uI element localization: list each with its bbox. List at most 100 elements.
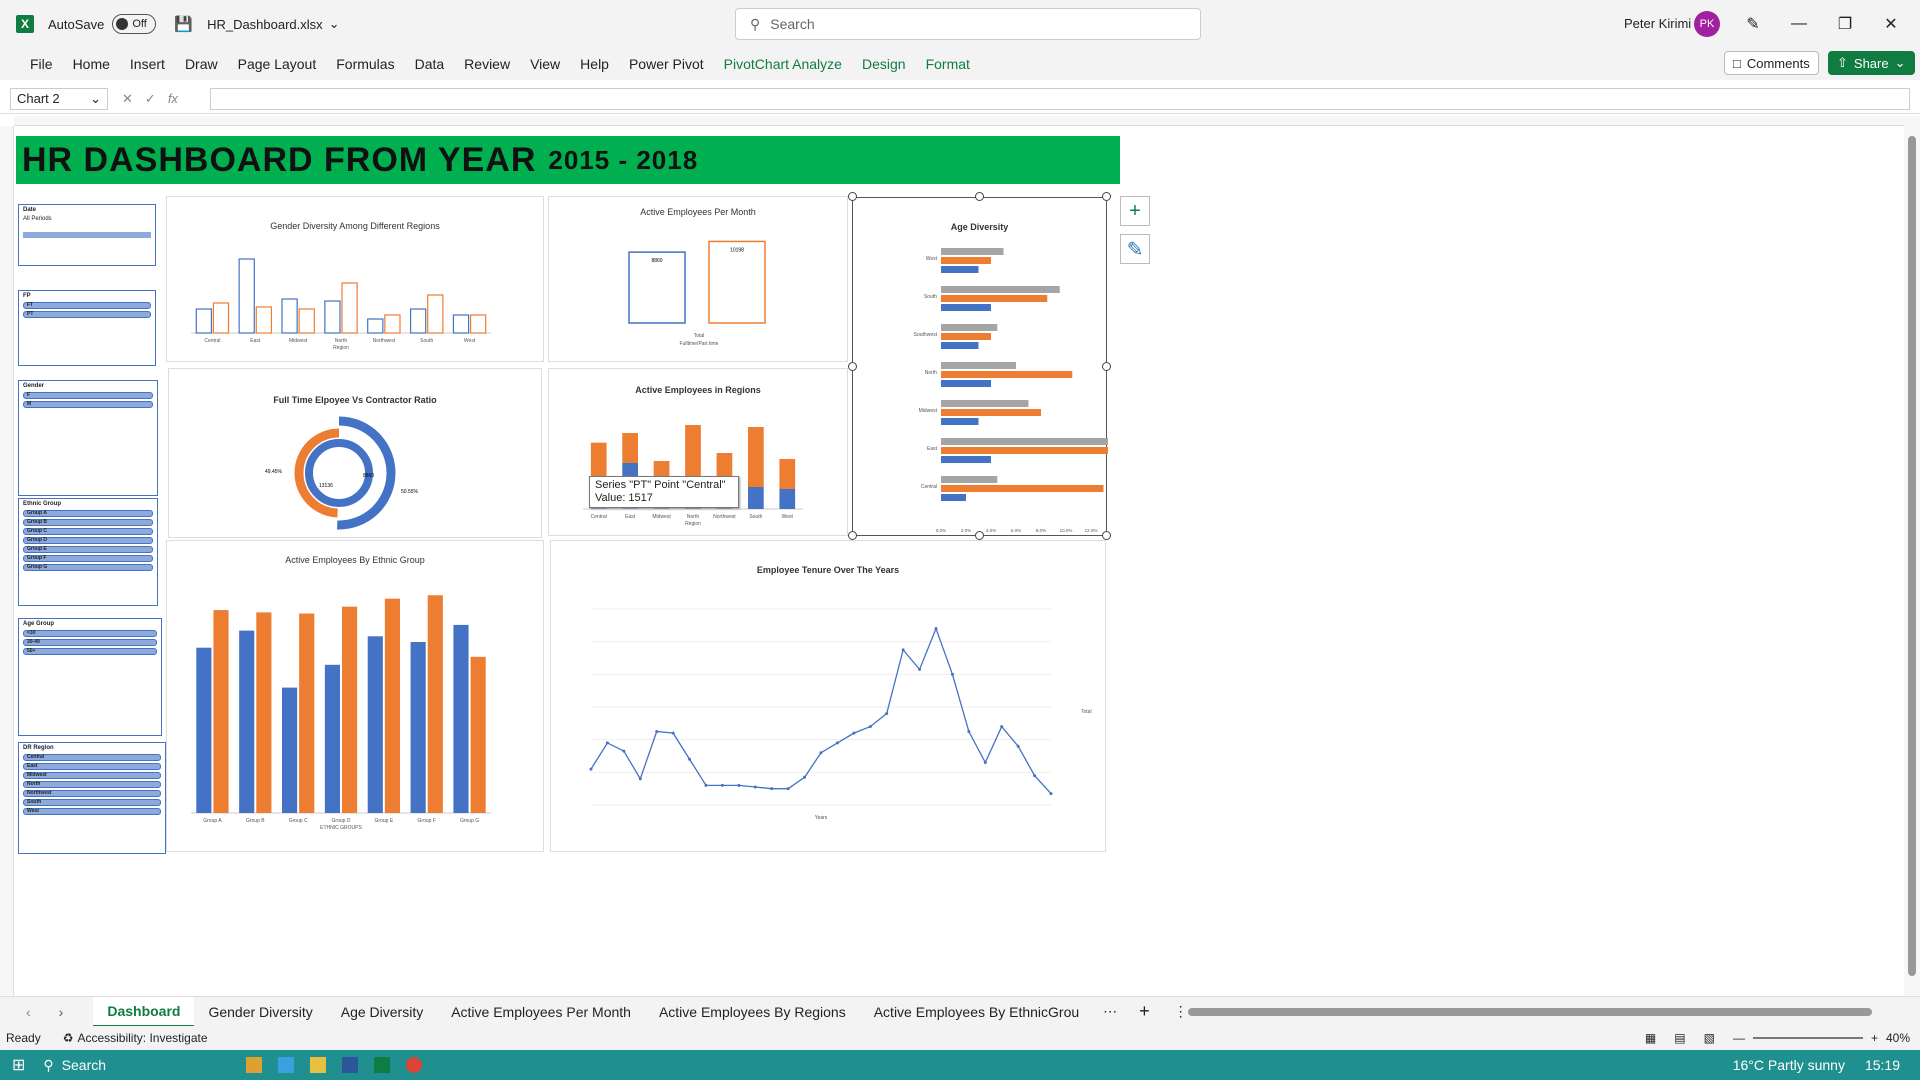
page-layout-icon[interactable]: ▤ <box>1674 1031 1685 1045</box>
slicer-item[interactable]: F <box>23 392 153 399</box>
search-icon[interactable]: ⚲ <box>43 1057 53 1074</box>
menu-formulas[interactable]: Formulas <box>326 56 404 72</box>
slicer-item[interactable]: East <box>23 763 161 770</box>
restore-icon[interactable]: ❐ <box>1822 0 1868 48</box>
chart-active-in-regions[interactable]: Active Employees in Regions Central East Mi… <box>548 368 848 536</box>
slicer-item[interactable]: Group F <box>23 555 153 562</box>
slicer-date[interactable]: Date All Periods <box>18 204 156 266</box>
slicer-item[interactable]: Group E <box>23 546 153 553</box>
slicer-item[interactable]: North <box>23 781 161 788</box>
menu-file[interactable]: File <box>20 56 63 72</box>
close-icon[interactable]: ✕ <box>1868 0 1914 48</box>
sheet-tab[interactable]: Age Diversity <box>327 997 437 1027</box>
add-sheet-icon[interactable]: + <box>1127 1001 1162 1022</box>
chart-elements-plus-icon[interactable]: + <box>1120 196 1150 226</box>
zoom-out-icon[interactable]: — <box>1733 1031 1745 1045</box>
chevron-down-icon[interactable]: ⌄ <box>329 16 340 32</box>
slicer-age-group[interactable]: Age Group <30 30-49 50+ <box>18 618 162 736</box>
chart-active-per-month[interactable]: Active Employees Per Month 8860 10198 Total… <box>548 196 848 362</box>
menu-format[interactable]: Format <box>916 56 980 72</box>
slicer-item[interactable]: M <box>23 401 153 408</box>
resize-handle[interactable] <box>848 192 857 201</box>
windows-start-icon[interactable]: ⊞ <box>12 1055 25 1075</box>
word-icon[interactable] <box>342 1057 359 1073</box>
chart-age-diversity[interactable]: Age Diversity West South Southwest North Midw… <box>852 197 1129 536</box>
slicer-item[interactable]: Group B <box>23 519 153 526</box>
slicer-item[interactable]: South <box>23 799 161 806</box>
slicer-item[interactable]: PT <box>23 311 151 318</box>
menu-design[interactable]: Design <box>852 56 916 72</box>
chrome-icon[interactable] <box>406 1057 423 1073</box>
vertical-scrollbar[interactable] <box>1904 116 1920 996</box>
cancel-icon[interactable]: ✕ <box>122 91 133 107</box>
slicer-item[interactable]: 50+ <box>23 648 157 655</box>
sheet-tab[interactable]: Active Employees By EthnicGrou <box>860 997 1093 1027</box>
chart-employee-tenure[interactable]: Employee Tenure Over The Years Years Total <box>550 540 1106 852</box>
search-box[interactable]: ⚲ Search <box>735 8 1201 40</box>
page-break-icon[interactable]: ▧ <box>1704 1031 1715 1045</box>
sheet-tab[interactable]: Dashboard <box>93 996 195 1027</box>
slicer-ethnic-group[interactable]: Ethnic Group Group A Group B Group C Group D… <box>18 498 158 606</box>
slicer-item[interactable]: FT <box>23 302 151 309</box>
menu-help[interactable]: Help <box>570 56 619 72</box>
resize-handle[interactable] <box>1102 192 1111 201</box>
pen-icon[interactable]: ✎ <box>1730 0 1776 48</box>
menu-insert[interactable]: Insert <box>120 56 175 72</box>
resize-handle[interactable] <box>848 362 857 371</box>
resize-handle[interactable] <box>1102 362 1111 371</box>
chart-styles-brush-icon[interactable]: ✎ <box>1120 234 1150 264</box>
normal-view-icon[interactable]: ▦ <box>1645 1031 1656 1045</box>
chart-gender-diversity[interactable]: Gender Diversity Among Different Regions… <box>166 196 544 362</box>
check-icon[interactable]: ✓ <box>145 91 156 107</box>
resize-handle[interactable] <box>975 531 984 540</box>
slicer-item[interactable]: West <box>23 808 161 815</box>
function-icon[interactable]: fx <box>168 91 178 106</box>
menu-data[interactable]: Data <box>405 56 455 72</box>
next-sheet-icon[interactable]: › <box>45 1004 94 1020</box>
chart-ethnic-group[interactable]: Active Employees By Ethnic Group Group AG… <box>166 540 544 852</box>
accessibility-icon[interactable]: ♻ <box>63 1031 74 1045</box>
comments-button[interactable]: □ Comments <box>1724 51 1819 75</box>
save-icon[interactable]: 💾 <box>174 15 193 33</box>
slicer-gender[interactable]: Gender F M <box>18 380 158 496</box>
avatar[interactable]: PK <box>1694 11 1720 37</box>
slicer-item[interactable]: Central <box>23 754 161 761</box>
file-name[interactable]: HR_Dashboard.xlsx <box>207 17 323 32</box>
zoom-in-icon[interactable]: + <box>1871 1031 1878 1045</box>
menu-pivotchart-analyze[interactable]: PivotChart Analyze <box>714 56 852 72</box>
name-box[interactable]: Chart 2 ⌄ <box>10 87 108 110</box>
slicer-item[interactable]: Group D <box>23 537 153 544</box>
menu-power-pivot[interactable]: Power Pivot <box>619 56 714 72</box>
slicer-item[interactable]: Northwest <box>23 790 161 797</box>
minimize-icon[interactable]: — <box>1776 0 1822 48</box>
more-tabs-icon[interactable]: ⋯ <box>1093 1003 1127 1020</box>
slicer-region[interactable]: DR Region Central East Midwest North Northwes… <box>18 742 166 854</box>
resize-handle[interactable] <box>1102 531 1111 540</box>
slicer-item[interactable]: 30-49 <box>23 639 157 646</box>
chart-ft-contractor-ratio[interactable]: Full Time Elpoyee Vs Contractor Ratio 49.… <box>168 368 542 538</box>
sheet-tab[interactable]: Active Employees Per Month <box>437 997 645 1027</box>
horizontal-scrollbar[interactable] <box>1188 1008 1872 1016</box>
resize-handle[interactable] <box>975 192 984 201</box>
menu-page-layout[interactable]: Page Layout <box>228 56 327 72</box>
sheet-tab[interactable]: Active Employees By Regions <box>645 997 860 1027</box>
sheet-tab[interactable]: Gender Diversity <box>194 997 326 1027</box>
slicer-item[interactable]: Group G <box>23 564 153 571</box>
slicer-item[interactable]: <30 <box>23 630 157 637</box>
menu-draw[interactable]: Draw <box>175 56 228 72</box>
menu-home[interactable]: Home <box>63 56 120 72</box>
resize-handle[interactable] <box>848 531 857 540</box>
excel-icon[interactable] <box>374 1057 391 1073</box>
share-button[interactable]: ⇧ Share ⌄ <box>1828 51 1915 75</box>
slicer-item[interactable]: Midwest <box>23 772 161 779</box>
menu-review[interactable]: Review <box>454 56 520 72</box>
taskview-icon[interactable] <box>246 1057 263 1073</box>
zoom-slider[interactable] <box>1752 1037 1863 1039</box>
slicer-type[interactable]: FP FT PT <box>18 290 156 366</box>
formula-input[interactable] <box>210 88 1910 110</box>
autosave-toggle[interactable]: Off <box>112 14 157 34</box>
edge-icon[interactable] <box>278 1057 295 1073</box>
folder-icon[interactable] <box>310 1057 327 1073</box>
slicer-item[interactable]: Group A <box>23 510 153 517</box>
prev-sheet-icon[interactable]: ‹ <box>0 1004 45 1020</box>
